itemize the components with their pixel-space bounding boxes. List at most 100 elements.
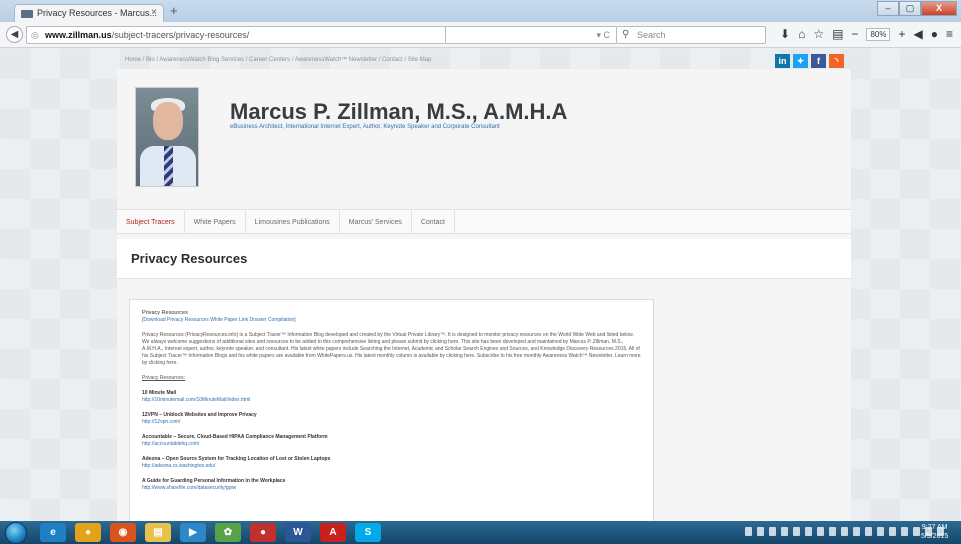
app-icon[interactable]: ✿ [215,523,241,542]
clock[interactable]: 9:27 AM 5/5/2015 [921,523,948,541]
system-tray [745,527,944,536]
home-icon[interactable]: ⌂ [798,27,805,41]
tab-title: Privacy Resources - Marcus... [37,8,158,18]
list-item: Adeona – Open Source System for Tracking… [142,456,641,470]
menu-item-contact[interactable]: Contact [412,210,455,233]
page-title: Privacy Resources [131,251,248,266]
linkedin-icon[interactable]: in [775,54,790,68]
browser-tab[interactable]: Privacy Resources - Marcus... × [14,4,164,22]
menu-icon[interactable]: ≡ [946,27,953,41]
menu-item-white-papers[interactable]: White Papers [185,210,246,233]
globe-icon: ◎ [31,30,39,40]
twitter-icon[interactable]: ✦ [793,54,808,68]
tray-icon[interactable] [865,527,872,536]
tray-icon[interactable] [877,527,884,536]
author-tagline[interactable]: eBusiness Architect, International Inter… [230,124,500,130]
send-icon[interactable]: ◀ [913,27,922,41]
chrome-icon[interactable]: ● [75,523,101,542]
content-container: Marcus P. Zillman, M.S., A.M.H.A eBusine… [117,69,851,521]
start-button[interactable] [5,522,27,544]
author-name: Marcus P. Zillman, M.S., A.M.H.A [230,99,568,124]
maximize-button[interactable]: ▢ [899,1,921,16]
tray-icon[interactable] [745,527,752,536]
tray-icon[interactable] [829,527,836,536]
resource-url[interactable]: http://www.sharefile.com/datasecurity/gp… [142,485,236,491]
resource-url[interactable]: http://12vpn.com/ [142,419,180,425]
menu-item-publications[interactable]: Limousines Publications [246,210,340,233]
rss-icon[interactable]: ◝ [829,54,844,68]
app-icon[interactable]: ● [250,523,276,542]
resource-name: A Guide for Guarding Personal Informatio… [142,478,286,484]
intro-paragraph: Privacy Resources (PrivacyResources.info… [142,332,641,366]
bookmark-star-icon[interactable]: ☆ [813,27,824,41]
author-photo [135,87,199,187]
title-band: Privacy Resources [117,239,851,279]
tray-icon[interactable] [889,527,896,536]
menu-item-services[interactable]: Marcus' Services [340,210,412,233]
breadcrumb[interactable]: Home / Bio / AwarenessWatch Blog Service… [125,57,431,63]
tray-icon[interactable] [901,527,908,536]
menu-item-subject-tracers[interactable]: Subject Tracers [117,210,185,233]
bookmarks-list-icon[interactable]: ▤ [832,27,843,41]
social-links: in ✦ f ◝ [775,54,844,68]
taskbar: e ● ◉ ▤ ▶ ✿ ● W A S 9:27 AM 5/5/2015 [0,521,961,544]
new-tab-button[interactable]: + [170,3,178,18]
internet-explorer-icon[interactable]: e [40,523,66,542]
extension-icon[interactable]: ● [931,27,938,41]
tray-icon[interactable] [769,527,776,536]
list-item: 12VPN – Unblock Websites and Improve Pri… [142,412,641,426]
tray-icon[interactable] [757,527,764,536]
tray-icon[interactable] [805,527,812,536]
resource-name: 12VPN – Unblock Websites and Improve Pri… [142,412,257,418]
clock-time: 9:27 AM [921,524,948,531]
main-menu: Subject Tracers White Papers Limousines … [117,209,851,234]
resource-url[interactable]: http://accountablehq.com/ [142,441,199,447]
window-title-bar: Privacy Resources - Marcus... × + – ▢ X [0,0,961,22]
search-icon: ⚲ [622,29,630,40]
tray-icon[interactable] [793,527,800,536]
list-item: A Guide for Guarding Personal Informatio… [142,478,641,492]
close-window-button[interactable]: X [921,1,957,16]
word-icon[interactable]: W [285,523,311,542]
resource-url[interactable]: http://adeona.cs.washington.edu/ [142,463,215,469]
web-page: Home / Bio / AwarenessWatch Blog Service… [0,49,961,521]
browser-tools: ⬇ ⌂ ☆ ▤ − 80% + ◀ ● ≡ [780,27,953,41]
skype-icon[interactable]: S [355,523,381,542]
zoom-out-icon[interactable]: − [851,27,858,41]
firefox-icon[interactable]: ◉ [110,523,136,542]
address-bar[interactable]: ◎ www.zillman.us/subject-tracers/privacy… [26,26,446,44]
back-button[interactable]: ◀ [6,26,23,43]
clock-date: 5/5/2015 [921,533,949,540]
resource-url[interactable]: http://10minutemail.com/10MinuteMail/ind… [142,397,250,403]
facebook-icon[interactable]: f [811,54,826,68]
zoom-level[interactable]: 80% [866,28,891,41]
list-item: 10 Minute Mail http://10minutemail.com/1… [142,390,641,404]
media-player-icon[interactable]: ▶ [180,523,206,542]
tray-icon[interactable] [913,527,920,536]
tray-icon[interactable] [853,527,860,536]
search-input[interactable]: ⚲ Search [616,26,766,44]
tab-close-button[interactable]: × [151,7,157,18]
article-body: Privacy Resources [Download Privacy Reso… [129,299,654,521]
tray-icon[interactable] [817,527,824,536]
tray-icon[interactable] [841,527,848,536]
download-link[interactable]: [Download Privacy Resources White Paper … [142,317,296,323]
file-explorer-icon[interactable]: ▤ [145,523,171,542]
zoom-in-icon[interactable]: + [898,27,905,41]
download-icon[interactable]: ⬇ [780,27,790,41]
url-path: /subject-tracers/privacy-resources/ [111,30,250,40]
url-domain: www.zillman.us [45,30,112,40]
reload-button[interactable]: ▾ C [446,26,616,44]
tray-icon[interactable] [781,527,788,536]
resource-name: Accountable – Secure, Cloud-Based HIPAA … [142,434,328,440]
window-controls: – ▢ X [877,1,957,16]
taskbar-apps: e ● ◉ ▤ ▶ ✿ ● W A S [40,523,381,542]
list-item: Accountable – Secure, Cloud-Based HIPAA … [142,434,641,448]
search-placeholder: Search [637,30,666,40]
resource-name: 10 Minute Mail [142,390,177,396]
navigation-toolbar: ◀ ◎ www.zillman.us/subject-tracers/priva… [0,22,961,48]
section-heading: Privacy Resources: [142,375,186,381]
minimize-button[interactable]: – [877,1,899,16]
article-heading: Privacy Resources [142,310,188,316]
acrobat-icon[interactable]: A [320,523,346,542]
